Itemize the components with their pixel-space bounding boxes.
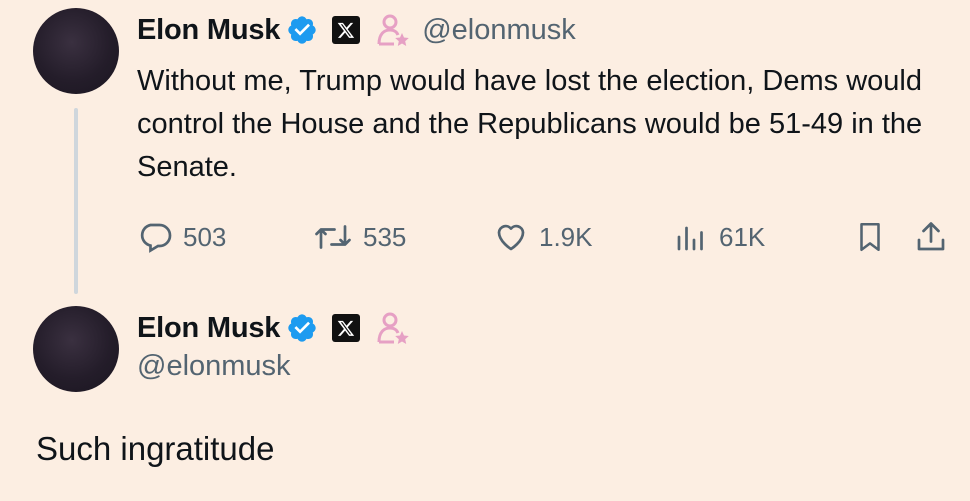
affiliate-person-icon	[376, 13, 410, 47]
avatar[interactable]	[33, 8, 119, 94]
heart-icon	[497, 224, 525, 251]
repost-button[interactable]: 535	[313, 214, 406, 260]
display-name[interactable]: Elon Musk	[137, 312, 280, 345]
x-logo-icon	[332, 16, 361, 44]
avatar[interactable]	[33, 306, 119, 392]
views-icon	[677, 226, 703, 251]
repost-icon	[315, 225, 351, 249]
views-count: 61K	[719, 221, 766, 252]
like-button[interactable]: 1.9K	[493, 214, 593, 260]
views-button[interactable]: 61K	[673, 214, 765, 260]
reply-button[interactable]: 503	[137, 214, 226, 260]
bookmark-button[interactable]	[853, 214, 887, 260]
handle[interactable]: @elonmusk	[137, 350, 291, 383]
share-button[interactable]	[913, 214, 949, 260]
repost-count: 535	[363, 221, 407, 252]
affiliate-person-icon	[376, 311, 410, 345]
verified-badge-icon[interactable]	[286, 14, 318, 46]
x-logo-icon	[332, 314, 361, 342]
tweet-text: Such ingratitude	[36, 430, 275, 467]
bookmark-icon	[860, 222, 880, 252]
handle[interactable]: @elonmusk	[422, 14, 576, 47]
reply-count: 503	[183, 221, 227, 252]
tweet-text: Without me, Trump would have lost the el…	[137, 65, 923, 183]
reply-icon	[140, 223, 172, 253]
share-icon	[917, 222, 945, 251]
like-count: 1.9K	[539, 221, 593, 252]
thread-connector-line	[74, 108, 78, 294]
tweet-header: Elon Musk	[137, 306, 410, 350]
verified-badge-icon[interactable]	[286, 312, 318, 344]
display-name[interactable]: Elon Musk	[137, 14, 280, 47]
tweet-header: Elon Musk @elonmusk	[137, 8, 576, 52]
tweet-actions: 503 535 1.9K 61K	[137, 214, 970, 260]
